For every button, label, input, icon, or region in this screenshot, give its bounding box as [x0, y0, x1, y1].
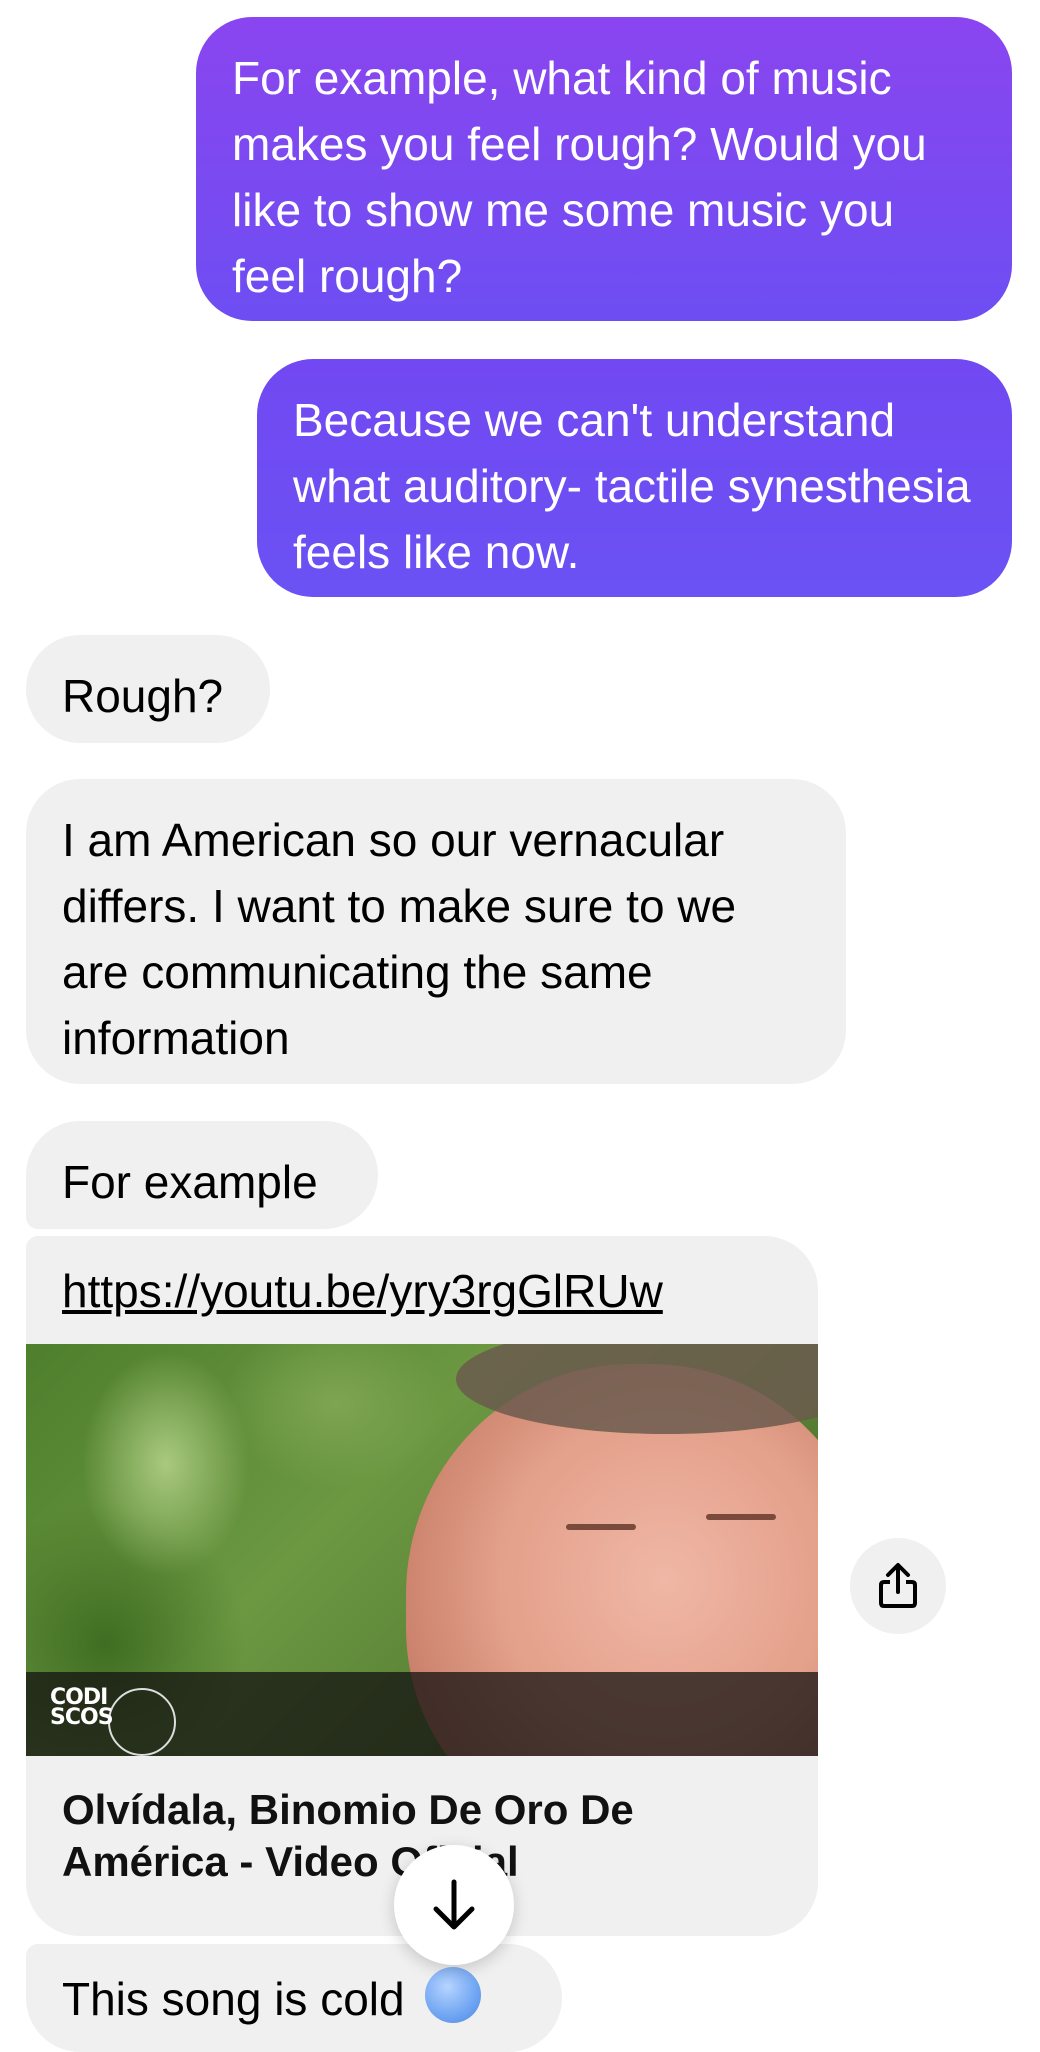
- message-text: I am American so our vernacular differs.…: [62, 814, 737, 1064]
- message-outgoing-1[interactable]: For example, what kind of music makes yo…: [196, 17, 1012, 321]
- share-icon: [879, 1563, 917, 1608]
- message-incoming-2[interactable]: I am American so our vernacular differs.…: [26, 779, 846, 1084]
- cold-face-emoji-icon: [425, 1967, 482, 2023]
- message-outgoing-2[interactable]: Because we can't understand what auditor…: [257, 359, 1012, 597]
- message-text: For example: [62, 1156, 318, 1208]
- message-incoming-4[interactable]: This song is cold: [26, 1944, 562, 2052]
- link-url[interactable]: https://youtu.be/yry3rgGlRUw: [62, 1258, 663, 1324]
- share-button[interactable]: [850, 1538, 946, 1634]
- message-text: Because we can't understand what auditor…: [293, 394, 971, 578]
- message-text: Rough?: [62, 670, 224, 722]
- message-text: For example, what kind of music makes yo…: [232, 52, 927, 302]
- codiscos-logo: CODISCOS: [50, 1687, 180, 1756]
- message-incoming-3[interactable]: For example: [26, 1121, 378, 1229]
- message-text: This song is cold: [62, 1973, 405, 2025]
- message-incoming-1[interactable]: Rough?: [26, 635, 270, 743]
- scroll-to-bottom-button[interactable]: [394, 1845, 514, 1965]
- thumbnail-overlay-bar: CODISCOS: [26, 1672, 818, 1756]
- arrow-down-icon: [433, 1879, 475, 1930]
- video-thumbnail[interactable]: CODISCOS: [26, 1344, 818, 1756]
- link-preview-card[interactable]: https://youtu.be/yry3rgGlRUw CODISCOS Ol…: [26, 1236, 818, 1936]
